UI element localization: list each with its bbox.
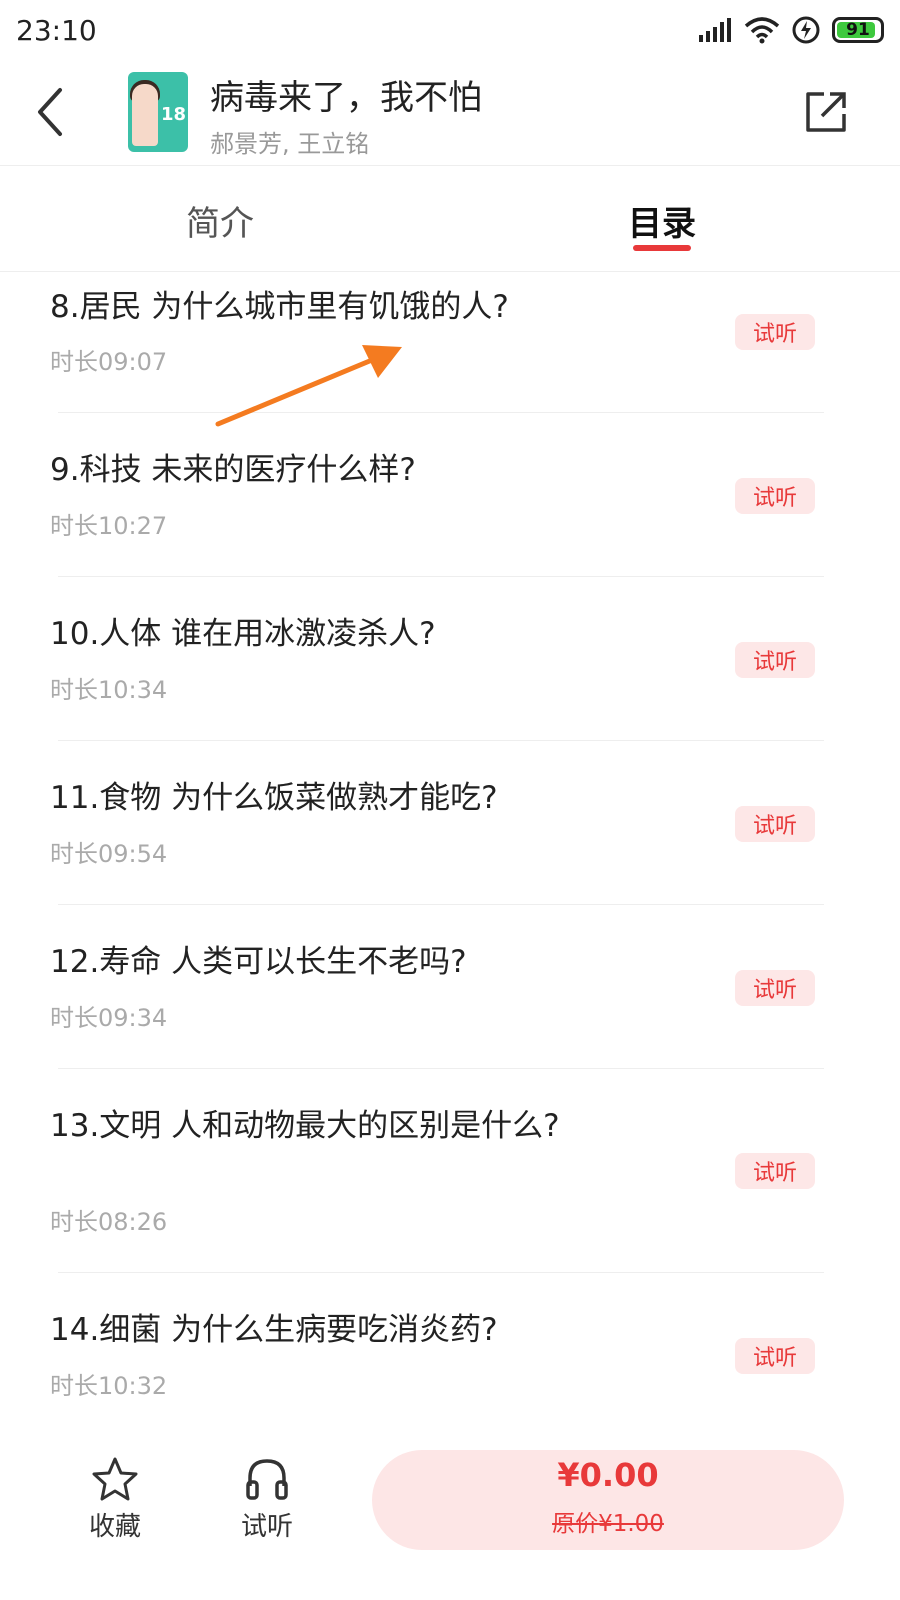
episode-item[interactable]: 10.人体 谁在用冰激凌杀人? 时长10:34 试听 [0, 577, 900, 741]
original-price: 原价¥1.00 [372, 1504, 844, 1538]
favorite-label: 收藏 [88, 1512, 141, 1542]
episode-duration: 时长09:54 [50, 840, 168, 868]
wifi-icon [744, 17, 780, 44]
episode-duration: 时长10:34 [50, 676, 168, 704]
episode-title: 13.文明 人和动物最大的区别是什么? [50, 1108, 560, 1144]
trial-badge[interactable]: 试听 [735, 1153, 815, 1189]
header: 18 病毒来了，我不怕 郝景芳, 王立铭 [0, 60, 900, 166]
episode-duration: 时长09:34 [50, 1004, 168, 1032]
episode-duration: 时长10:32 [50, 1372, 168, 1400]
episode-title: 11.食物 为什么饭菜做熟才能吃? [50, 780, 498, 816]
headphones-icon [246, 1459, 288, 1500]
trial-listen-button[interactable]: 试听 [222, 1456, 312, 1543]
tab-intro[interactable]: 简介 [186, 196, 254, 245]
episode-title: 14.细菌 为什么生病要吃消炎药? [50, 1312, 498, 1348]
cover-badge: 18 [160, 104, 186, 125]
status-bar: 23:10 91 [0, 0, 900, 60]
share-icon[interactable] [802, 88, 850, 136]
tab-catalog[interactable]: 目录 [628, 196, 696, 245]
buy-button[interactable]: ¥0.00 原价¥1.00 [372, 1450, 844, 1550]
episode-title: 9.科技 未来的医疗什么样? [50, 452, 416, 488]
star-icon [92, 1457, 138, 1501]
original-price-value: ¥1.00 [598, 1511, 664, 1537]
episode-title: 8.居民 为什么城市里有饥饿的人? [50, 289, 509, 325]
tab-bar: 简介 目录 [0, 166, 900, 272]
episode-title: 12.寿命 人类可以长生不老吗? [50, 944, 467, 980]
album-title: 病毒来了，我不怕 [210, 78, 482, 118]
signal-icon [699, 18, 731, 42]
episode-item[interactable]: 14.细菌 为什么生病要吃消炎药? 时长10:32 试听 [0, 1273, 900, 1433]
episode-item[interactable]: 8.居民 为什么城市里有饥饿的人? 时长09:07 试听 [0, 272, 900, 413]
episode-item[interactable]: 12.寿命 人类可以长生不老吗? 时长09:34 试听 [0, 905, 900, 1069]
episode-item[interactable]: 13.文明 人和动物最大的区别是什么? 时长08:26 试听 [0, 1069, 900, 1273]
status-icons: 91 [698, 16, 884, 44]
favorite-button[interactable]: 收藏 [70, 1456, 160, 1543]
episode-list: 8.居民 为什么城市里有饥饿的人? 时长09:07 试听 9.科技 未来的医疗什… [0, 272, 900, 1433]
episode-duration: 时长10:27 [50, 512, 168, 540]
episode-duration: 时长08:26 [50, 1208, 168, 1236]
status-time: 23:10 [16, 13, 97, 47]
trial-badge[interactable]: 试听 [735, 478, 815, 514]
original-price-prefix: 原价 [552, 1511, 599, 1537]
back-icon[interactable] [30, 84, 74, 140]
trial-badge[interactable]: 试听 [735, 642, 815, 678]
battery-icon: 91 [832, 17, 884, 43]
bottom-bar: 收藏 试听 ¥0.00 原价¥1.00 [0, 1436, 900, 1600]
trial-badge[interactable]: 试听 [735, 806, 815, 842]
charging-icon [792, 16, 820, 44]
trial-label: 试听 [240, 1512, 293, 1542]
trial-badge[interactable]: 试听 [735, 970, 815, 1006]
episode-duration: 时长09:07 [50, 348, 168, 376]
album-cover[interactable]: 18 [128, 72, 188, 152]
battery-level: 91 [846, 20, 870, 40]
trial-badge[interactable]: 试听 [735, 314, 815, 350]
price: ¥0.00 [557, 1456, 659, 1494]
trial-badge[interactable]: 试听 [735, 1338, 815, 1374]
episode-item[interactable]: 11.食物 为什么饭菜做熟才能吃? 时长09:54 试听 [0, 741, 900, 905]
album-authors: 郝景芳, 王立铭 [210, 130, 370, 158]
episode-item[interactable]: 9.科技 未来的医疗什么样? 时长10:27 试听 [0, 413, 900, 577]
episode-title: 10.人体 谁在用冰激凌杀人? [50, 616, 436, 652]
tab-active-indicator [633, 245, 691, 251]
